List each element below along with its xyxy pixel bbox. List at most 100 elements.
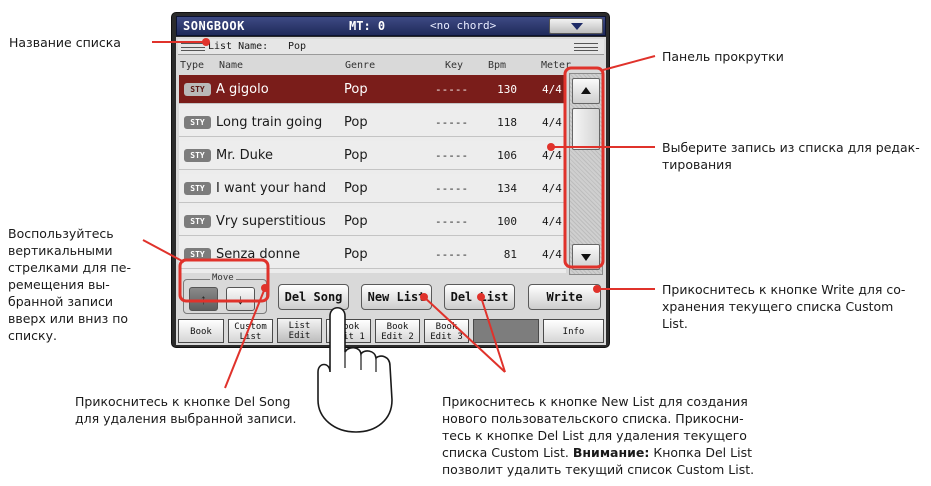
page-menu-button[interactable] xyxy=(549,18,603,34)
song-meter: 4/4 xyxy=(542,182,562,195)
annotation-select-entry: Выберите запись из списка для редак- тир… xyxy=(662,139,920,173)
annotation-line: вверх или вниз по xyxy=(8,311,129,326)
tab-label-line1: Book xyxy=(435,322,458,332)
style-type-badge: STY xyxy=(184,248,211,261)
del-list-button[interactable]: Del List xyxy=(444,284,515,310)
annotation-line: Прикоснитесь к кнопке Del Song xyxy=(75,394,291,409)
song-genre: Pop xyxy=(344,82,368,97)
annotation-line: стрелками для пе- xyxy=(8,260,132,275)
song-key: ----- xyxy=(435,83,469,96)
tab-empty-slot xyxy=(473,319,539,343)
tab-label-line1: List xyxy=(288,321,311,331)
song-row[interactable]: STY A gigolo Pop ----- 130 4/4 xyxy=(179,75,566,104)
tab-label: Book xyxy=(190,327,212,337)
song-genre: Pop xyxy=(344,214,368,229)
col-header-genre: Genre xyxy=(345,60,376,71)
annotation-move-arrows: Воспользуйтесь вертикальными стрелками д… xyxy=(8,225,131,344)
annotation-line: бранной записи xyxy=(8,294,113,309)
song-bpm: 134 xyxy=(497,182,517,195)
tab-custom-list[interactable]: Custom List xyxy=(228,319,273,343)
annotation-line: Прикоснитесь к кнопке New List для созда… xyxy=(442,394,748,409)
song-row[interactable]: STY I want your hand Pop ----- 134 4/4 xyxy=(179,174,566,203)
annotation-write: Прикоснитесь к кнопке Write для со- хран… xyxy=(662,281,905,332)
annotation-line: тесь к кнопке Del List для удаления теку… xyxy=(442,428,747,443)
song-bpm: 106 xyxy=(497,149,517,162)
song-key: ----- xyxy=(435,248,469,261)
annotation-line: Воспользуйтесь xyxy=(8,226,114,241)
write-button[interactable]: Write xyxy=(528,284,601,310)
annotation-text: списка Custom List. xyxy=(442,445,573,460)
tab-label-line2: List xyxy=(239,332,262,342)
annotation-line: ремещения вы- xyxy=(8,277,110,292)
move-down-button[interactable]: ↓ xyxy=(226,287,255,311)
annotation-text: Кнопка Del List xyxy=(649,445,752,460)
annotation-list-name: Название списка xyxy=(9,35,121,50)
song-bpm: 100 xyxy=(497,215,517,228)
annotation-line: вертикальными xyxy=(8,243,113,258)
style-type-badge: STY xyxy=(184,83,211,96)
tab-label-line2: Edit 3 xyxy=(430,332,463,342)
scrollbar[interactable] xyxy=(569,73,603,275)
main-panel: List Name: Pop Type Name Genre Key Bpm M… xyxy=(176,37,606,345)
tab-book[interactable]: Book xyxy=(178,319,224,343)
annotation-line: нового пользовательского списка. Прикосн… xyxy=(442,411,744,426)
song-key: ----- xyxy=(435,116,469,129)
callout-line-scrollbar xyxy=(602,55,656,71)
tab-label-line2: Edit 2 xyxy=(381,332,414,342)
list-menu-icon-right xyxy=(574,43,598,51)
song-key: ----- xyxy=(435,182,469,195)
app-title: SONGBOOK xyxy=(183,19,245,33)
song-row[interactable]: STY Senza donne Pop ----- 81 4/4 xyxy=(179,240,566,269)
tab-book-edit-2[interactable]: Book Edit 2 xyxy=(375,319,420,343)
annotation-new-list: Прикоснитесь к кнопке New List для созда… xyxy=(442,393,754,478)
annotation-line: для удаления выбранной записи. xyxy=(75,411,297,426)
list-name-label: List Name: xyxy=(208,41,269,52)
arrow-down-icon: ↓ xyxy=(237,291,244,307)
chord-display: <no chord> xyxy=(430,19,497,32)
style-type-badge: STY xyxy=(184,182,211,195)
del-song-button[interactable]: Del Song xyxy=(278,284,349,310)
tab-book-edit-1[interactable]: Book Edit 1 xyxy=(326,319,371,343)
song-meter: 4/4 xyxy=(542,149,562,162)
song-bpm: 81 xyxy=(503,248,517,261)
annotation-warning-label: Внимание: xyxy=(572,445,650,460)
tab-label-line1: Custom xyxy=(234,322,267,332)
song-name: Senza donne xyxy=(216,247,301,262)
song-bpm: 118 xyxy=(497,116,517,129)
new-list-button[interactable]: New List xyxy=(361,284,432,310)
scroll-down-button[interactable] xyxy=(572,244,600,270)
tab-list-edit[interactable]: List Edit xyxy=(277,318,322,343)
column-headers: Type Name Genre Key Bpm Meter xyxy=(178,57,604,73)
device-screen: SONGBOOK MT: 0 <no chord> List Name: Pop… xyxy=(171,12,610,348)
annotation-line: тирования xyxy=(662,157,732,172)
scroll-thumb[interactable] xyxy=(572,108,600,150)
tab-label-line2: Edit 1 xyxy=(332,332,365,342)
arrow-up-icon: ↑ xyxy=(200,291,207,307)
song-name: I want your hand xyxy=(216,181,327,196)
song-name: Vry superstitious xyxy=(216,214,326,229)
tab-label-line2: Edit xyxy=(288,331,311,341)
tab-book-edit-3[interactable]: Book Edit 3 xyxy=(424,319,469,343)
chevron-down-icon xyxy=(571,23,583,30)
master-transpose-label: MT: 0 xyxy=(349,19,386,33)
song-key: ----- xyxy=(435,215,469,228)
list-name-bar[interactable]: List Name: Pop xyxy=(178,39,604,55)
song-row[interactable]: STY Long train going Pop ----- 118 4/4 xyxy=(179,108,566,137)
song-genre: Pop xyxy=(344,247,368,262)
list-menu-icon xyxy=(181,43,205,51)
col-header-meter: Meter xyxy=(541,60,572,71)
song-row[interactable]: STY Mr. Duke Pop ----- 106 4/4 xyxy=(179,141,566,170)
scroll-up-button[interactable] xyxy=(572,78,600,104)
move-up-button[interactable]: ↑ xyxy=(189,287,218,311)
annotation-line: списку. xyxy=(8,328,57,343)
song-name: Long train going xyxy=(216,115,323,130)
tab-info[interactable]: Info xyxy=(543,319,604,343)
annotation-del-song: Прикоснитесь к кнопке Del Song для удале… xyxy=(75,393,297,427)
annotation-scrollbar: Панель прокрутки xyxy=(662,49,784,64)
song-row[interactable]: STY Vry superstitious Pop ----- 100 4/4 xyxy=(179,207,566,236)
tab-label: Info xyxy=(562,327,585,337)
song-list[interactable]: STY A gigolo Pop ----- 130 4/4 STY Long train g… xyxy=(179,75,566,273)
song-meter: 4/4 xyxy=(542,215,562,228)
move-label: Move xyxy=(210,273,236,283)
annotation-line: List. xyxy=(662,316,688,331)
